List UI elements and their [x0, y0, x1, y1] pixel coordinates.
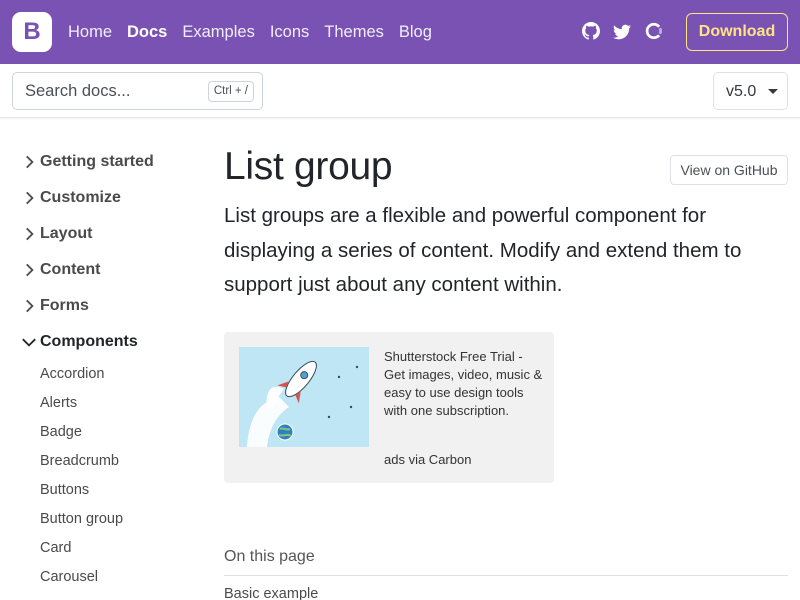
sidebar-section-label: Forms [40, 297, 89, 314]
nav-icons-link[interactable]: Icons [270, 23, 309, 42]
nav-examples-link[interactable]: Examples [182, 23, 254, 42]
chevron-right-icon [26, 227, 34, 241]
toc-title: On this page [224, 548, 315, 565]
page-title: List group [224, 145, 393, 188]
ad-attribution[interactable]: ads via Carbon [384, 452, 471, 467]
sidebar-item-badge[interactable]: Badge [40, 424, 82, 440]
sidebar-section-content[interactable]: Content [20, 257, 100, 283]
chevron-right-icon [26, 155, 34, 169]
search-placeholder: Search docs... [25, 82, 131, 100]
search-shortcut-hint: Ctrl + / [207, 81, 254, 102]
sidebar-item-card[interactable]: Card [40, 540, 71, 556]
sidebar-section-label: Layout [40, 225, 93, 242]
chevron-right-icon [26, 191, 34, 205]
sidebar-item-breadcrumb[interactable]: Breadcrumb [40, 453, 119, 469]
toc-divider [224, 575, 788, 576]
nav-blog-link[interactable]: Blog [399, 23, 432, 42]
github-icon[interactable] [582, 22, 600, 40]
sidebar-item-alerts[interactable]: Alerts [40, 395, 77, 411]
view-on-github-button[interactable]: View on GitHub [670, 155, 788, 185]
toc-item-basic-example[interactable]: Basic example [224, 586, 318, 600]
download-button[interactable]: Download [686, 13, 788, 51]
ad-image[interactable] [239, 347, 369, 447]
page-lead: List groups are a flexible and powerful … [224, 204, 742, 296]
sidebar-section-customize[interactable]: Customize [20, 185, 121, 211]
nav-themes-link[interactable]: Themes [324, 23, 384, 42]
chevron-right-icon [26, 299, 34, 313]
rocket-illustration-icon [239, 347, 369, 447]
sidebar-section-components[interactable]: Components [20, 329, 138, 355]
sidebar-section-label: Components [40, 333, 138, 350]
sidebar-item-carousel[interactable]: Carousel [40, 569, 98, 585]
ad-text[interactable]: Shutterstock Free Trial - Get images, vi… [384, 348, 544, 420]
nav-home-link[interactable]: Home [68, 23, 112, 42]
sidebar-section-layout[interactable]: Layout [20, 221, 92, 247]
opencollective-icon[interactable] [645, 22, 663, 40]
sidebar-item-accordion[interactable]: Accordion [40, 366, 104, 382]
sidebar-item-buttons[interactable]: Buttons [40, 482, 89, 498]
top-navbar: B Home Docs Examples Icons Themes Blog D… [0, 0, 800, 64]
docs-subnav: Search docs... Ctrl + / v5.0 [0, 64, 800, 118]
sidebar-section-label: Customize [40, 189, 121, 206]
sidebar-section-label: Getting started [40, 153, 154, 170]
main-nav: Home Docs Examples Icons Themes Blog [68, 0, 447, 64]
sidebar-section-getting-started[interactable]: Getting started [20, 149, 154, 175]
sidebar-section-forms[interactable]: Forms [20, 293, 89, 319]
docs-sidebar: Getting started Customize Layout Content… [0, 118, 210, 600]
sidebar-section-label: Content [40, 261, 101, 278]
nav-docs-link[interactable]: Docs [127, 23, 167, 42]
sidebar-item-button-group[interactable]: Button group [40, 511, 123, 527]
carbon-ad: Shutterstock Free Trial - Get images, vi… [224, 332, 554, 483]
brand-letter: B [23, 18, 41, 45]
bootstrap-logo[interactable]: B [12, 12, 52, 52]
search-input[interactable]: Search docs... Ctrl + / [12, 72, 263, 110]
chevron-down-icon [22, 338, 36, 347]
version-label: v5.0 [726, 83, 757, 100]
chevron-right-icon [26, 263, 34, 277]
caret-down-icon [768, 89, 778, 94]
twitter-icon[interactable] [613, 23, 631, 41]
version-dropdown[interactable]: v5.0 [713, 72, 788, 110]
